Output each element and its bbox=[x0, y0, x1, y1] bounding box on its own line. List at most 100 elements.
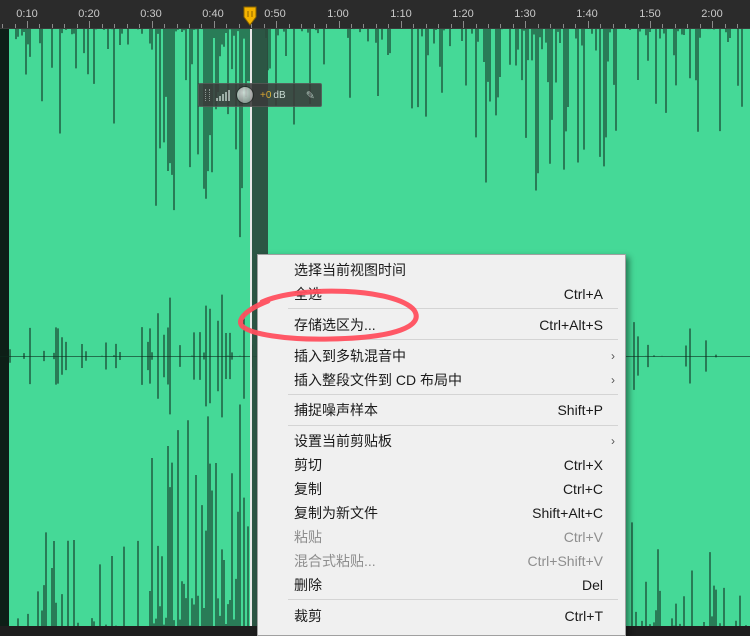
menu-item-label: 混合式粘贴... bbox=[294, 553, 376, 569]
menu-item-cut[interactable]: 剪切 Ctrl+X bbox=[258, 453, 625, 477]
menu-item-shortcut: Shift+P bbox=[557, 402, 603, 418]
menu-item-shortcut: Ctrl+T bbox=[564, 608, 604, 624]
menu-item-copy[interactable]: 复制 Ctrl+C bbox=[258, 477, 625, 501]
menu-item-shortcut: Ctrl+A bbox=[563, 286, 603, 302]
ruler-tick-mark bbox=[201, 24, 202, 28]
ruler-tick-mark bbox=[426, 24, 427, 28]
ruler-tick-mark bbox=[413, 24, 414, 28]
menu-item-label: 复制 bbox=[294, 481, 322, 497]
menu-item-select-view-time[interactable]: 选择当前视图时间 bbox=[258, 258, 625, 282]
ruler-tick-mark bbox=[139, 24, 140, 28]
menu-item-insert-into-multitrack[interactable]: 插入到多轨混音中 › bbox=[258, 344, 625, 368]
ruler-tick-mark bbox=[438, 24, 439, 28]
ruler-tick-mark bbox=[189, 24, 190, 28]
ruler-tick-mark bbox=[39, 24, 40, 28]
time-ruler[interactable]: 0:10 0:20 0:30 0:40 0:50 1:00 1:10 1:20 … bbox=[0, 0, 750, 29]
ruler-tick-mark bbox=[575, 24, 576, 28]
ruler-tick-mark bbox=[600, 24, 601, 28]
ruler-tick-mark bbox=[314, 24, 315, 28]
ruler-tick-mark bbox=[650, 21, 651, 28]
menu-item-paste[interactable]: 粘贴 Ctrl+V bbox=[258, 525, 625, 549]
ruler-tick-mark bbox=[513, 24, 514, 28]
ruler-tick-mark bbox=[712, 21, 713, 28]
ruler-tick-4: 0:50 bbox=[264, 8, 286, 20]
menu-item-label: 删除 bbox=[294, 577, 322, 593]
menu-item-crop[interactable]: 裁剪 Ctrl+T bbox=[258, 604, 625, 628]
ruler-tick-mark bbox=[451, 24, 452, 28]
ruler-tick-mark bbox=[737, 24, 738, 28]
ruler-tick-mark bbox=[214, 21, 215, 28]
ruler-tick-0: 0:10 bbox=[16, 8, 38, 20]
ruler-tick-mark bbox=[127, 24, 128, 28]
ruler-tick-mark bbox=[177, 24, 178, 28]
ruler-tick-mark bbox=[52, 24, 53, 28]
menu-item-capture-noise-print[interactable]: 捕捉噪声样本 Shift+P bbox=[258, 398, 625, 422]
ruler-tick-mark bbox=[500, 24, 501, 28]
ruler-tick-mark bbox=[662, 24, 663, 28]
ruler-tick-mark bbox=[625, 24, 626, 28]
playhead-marker-icon[interactable] bbox=[243, 6, 257, 26]
menu-item-delete[interactable]: 删除 Del bbox=[258, 573, 625, 597]
volume-value[interactable]: +0 bbox=[260, 90, 271, 101]
menu-item-select-all[interactable]: 全选 Ctrl+A bbox=[258, 282, 625, 306]
ruler-tick-mark bbox=[64, 24, 65, 28]
ruler-tick-mark bbox=[463, 21, 464, 28]
menu-item-label: 选择当前视图时间 bbox=[294, 262, 406, 278]
ruler-tick-mark bbox=[15, 24, 16, 28]
playhead-line[interactable] bbox=[250, 29, 252, 626]
volume-hud[interactable]: +0 dB ✎ bbox=[198, 83, 322, 107]
ruler-tick-mark bbox=[152, 21, 153, 28]
menu-item-shortcut: Ctrl+X bbox=[563, 457, 603, 473]
menu-item-label: 设置当前剪贴板 bbox=[294, 433, 392, 449]
menu-item-copy-to-new[interactable]: 复制为新文件 Shift+Alt+C bbox=[258, 501, 625, 525]
ruler-tick-mark bbox=[77, 24, 78, 28]
menu-separator bbox=[288, 599, 618, 600]
ruler-tick-mark bbox=[638, 24, 639, 28]
ruler-tick-mark bbox=[376, 24, 377, 28]
menu-item-label: 粘贴 bbox=[294, 529, 322, 545]
ruler-tick-mark bbox=[613, 24, 614, 28]
ruler-tick-11: 2:00 bbox=[701, 8, 723, 20]
ruler-tick-mark bbox=[164, 24, 165, 28]
volume-knob[interactable] bbox=[236, 86, 254, 104]
menu-item-set-current-clipboard[interactable]: 设置当前剪贴板 › bbox=[258, 429, 625, 453]
menu-item-insert-into-cd-layout[interactable]: 插入整段文件到 CD 布局中 › bbox=[258, 368, 625, 392]
submenu-arrow-icon: › bbox=[611, 349, 615, 363]
hud-grip-handle[interactable] bbox=[205, 89, 210, 101]
menu-item-mix-paste[interactable]: 混合式粘贴... Ctrl+Shift+V bbox=[258, 549, 625, 573]
ruler-tick-mark bbox=[114, 24, 115, 28]
ruler-tick-mark bbox=[239, 24, 240, 28]
menu-separator bbox=[288, 394, 618, 395]
menu-item-save-selection-as[interactable]: 存储选区为... Ctrl+Alt+S bbox=[258, 313, 625, 337]
menu-item-label: 捕捉噪声样本 bbox=[294, 402, 378, 418]
waveform-left-edge bbox=[0, 29, 9, 626]
level-meter-icon bbox=[216, 90, 230, 101]
volume-unit: dB bbox=[273, 89, 286, 101]
ruler-tick-mark bbox=[525, 21, 526, 28]
ruler-tick-mark bbox=[588, 21, 589, 28]
ruler-tick-8: 1:30 bbox=[514, 8, 536, 20]
ruler-tick-mark bbox=[725, 24, 726, 28]
ruler-tick-mark bbox=[476, 24, 477, 28]
menu-separator bbox=[288, 425, 618, 426]
ruler-tick-mark bbox=[351, 24, 352, 28]
ruler-tick-mark bbox=[700, 24, 701, 28]
ruler-tick-mark bbox=[363, 24, 364, 28]
ruler-tick-mark bbox=[488, 24, 489, 28]
pin-icon[interactable]: ✎ bbox=[306, 89, 315, 102]
ruler-tick-mark bbox=[276, 21, 277, 28]
ruler-tick-mark bbox=[339, 21, 340, 28]
menu-item-label: 全选 bbox=[294, 286, 322, 302]
ruler-tick-mark bbox=[675, 24, 676, 28]
ruler-tick-mark bbox=[326, 24, 327, 28]
ruler-tick-mark bbox=[401, 21, 402, 28]
menu-item-shortcut: Ctrl+C bbox=[562, 481, 603, 497]
ruler-tick-mark bbox=[687, 24, 688, 28]
menu-item-label: 裁剪 bbox=[294, 608, 322, 624]
ruler-tick-mark bbox=[2, 24, 3, 28]
ruler-tick-mark bbox=[301, 24, 302, 28]
ruler-tick-mark bbox=[226, 24, 227, 28]
menu-item-label: 插入整段文件到 CD 布局中 bbox=[294, 372, 462, 388]
ruler-tick-mark bbox=[89, 21, 90, 28]
ruler-tick-mark bbox=[550, 24, 551, 28]
